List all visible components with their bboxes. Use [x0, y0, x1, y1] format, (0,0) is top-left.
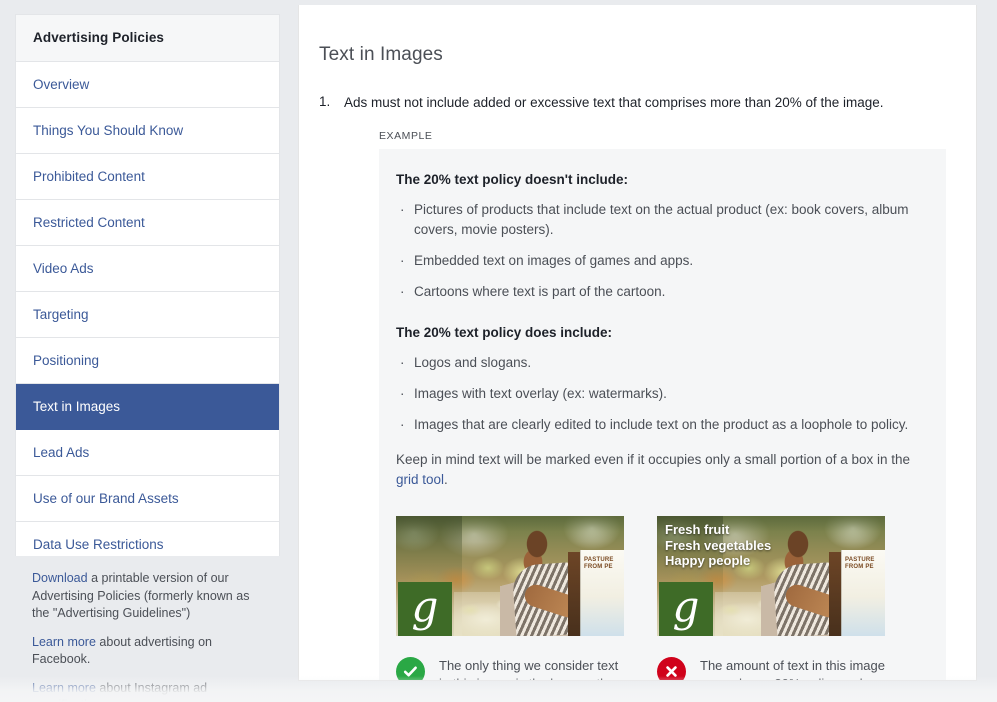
brand-logo-badge: g	[398, 582, 452, 636]
approved-caption-text: The only thing we consider text in this …	[439, 658, 619, 680]
learn-more-instagram-paragraph: Learn more about Instagram ad specificat…	[32, 680, 263, 702]
sidebar: Advertising Policies Overview Things You …	[15, 14, 280, 568]
main-content-panel: Text in Images 1. Ads must not include a…	[298, 5, 977, 681]
photo-sign: PASTURE FROM PE	[841, 550, 885, 636]
policy-number: 1.	[319, 94, 331, 109]
grid-tool-link[interactable]: grid tool	[396, 472, 444, 487]
approved-caption-row: The only thing we consider text in this …	[396, 657, 624, 680]
bullet-dot-icon: ·	[400, 284, 405, 299]
learn-more-facebook-link[interactable]: Learn more	[32, 635, 96, 649]
example-approved: PASTURE FROM PE g The only thing we cons…	[396, 516, 624, 680]
overlay-text-line: Happy people	[665, 553, 751, 568]
sidebar-title: Advertising Policies	[33, 30, 165, 45]
included-heading: The 20% text policy does include:	[396, 325, 613, 340]
sidebar-item-positioning[interactable]: Positioning	[16, 338, 279, 384]
example-images-row: PASTURE FROM PE g The only thing we cons…	[396, 516, 921, 680]
bullet-item: · Images that are clearly edited to inclu…	[396, 415, 921, 435]
market-photo-without-text: PASTURE FROM PE g	[396, 516, 624, 636]
overlay-text-line: Fresh fruit	[665, 522, 730, 537]
keep-note-before-text: Keep in mind text will be marked even if…	[396, 452, 911, 467]
bullet-item: · Cartoons where text is part of the cart…	[396, 282, 921, 302]
approved-check-icon	[396, 657, 425, 680]
not-included-heading: The 20% text policy doesn't include:	[396, 172, 629, 187]
sidebar-item-targeting[interactable]: Targeting	[16, 292, 279, 338]
sidebar-item-lead-ads[interactable]: Lead Ads	[16, 430, 279, 476]
example-rejected: PASTURE FROM PE Fresh fruit Fresh vegetab…	[657, 516, 885, 680]
policy-list-item: 1. Ads must not include added or excessi…	[299, 94, 976, 680]
overlay-text-line: Fresh vegetables	[665, 537, 772, 553]
included-bullet-list: · Logos and slogans. · Images with text ove…	[396, 353, 921, 435]
download-link[interactable]: Download	[32, 571, 88, 585]
bullet-text: Images that are clearly edited to includ…	[414, 417, 909, 432]
bullet-text: Embedded text on images of games and app…	[414, 253, 694, 268]
rejected-caption-row: The amount of text in this image exceeds…	[657, 657, 885, 680]
bullet-dot-icon: ·	[400, 202, 405, 217]
photo-overlay-text: Fresh fruit Fresh vegetables Happy people	[665, 522, 771, 569]
learn-more-facebook-paragraph: Learn more about advertising on Facebook…	[32, 634, 263, 669]
keep-in-mind-note: Keep in mind text will be marked even if…	[396, 450, 921, 490]
bullet-dot-icon: ·	[400, 253, 405, 268]
bullet-text: Logos and slogans.	[414, 355, 532, 370]
bullet-text: Cartoons where text is part of the carto…	[414, 284, 666, 299]
sidebar-item-overview[interactable]: Overview	[16, 62, 279, 108]
rejected-caption-text: The amount of text in this image exceeds…	[700, 658, 885, 680]
photo-post	[568, 552, 580, 636]
market-photo-with-text: PASTURE FROM PE Fresh fruit Fresh vegetab…	[657, 516, 885, 636]
sidebar-item-text-in-images[interactable]: Text in Images	[16, 384, 279, 430]
policy-list: 1. Ads must not include added or excessi…	[299, 94, 976, 680]
sidebar-footer-wrap: Download a printable version of our Adve…	[15, 556, 280, 702]
sidebar-nav: Overview Things You Should Know Prohibited…	[16, 62, 279, 568]
rejected-cross-icon	[657, 657, 686, 680]
page-title: Text in Images	[319, 44, 443, 65]
bullet-dot-icon: ·	[400, 386, 405, 401]
example-label: EXAMPLE	[379, 130, 433, 142]
sidebar-header: Advertising Policies	[16, 15, 279, 62]
bullet-item: · Embedded text on images of games and ap…	[396, 251, 921, 271]
page-root: Advertising Policies Overview Things You …	[0, 0, 997, 702]
example-box: The 20% text policy doesn't include: · Pi…	[379, 149, 946, 680]
sidebar-item-use-of-our-brand-assets[interactable]: Use of our Brand Assets	[16, 476, 279, 522]
bullet-dot-icon: ·	[400, 355, 405, 370]
brand-logo-badge: g	[659, 582, 713, 636]
sidebar-item-restricted-content[interactable]: Restricted Content	[16, 200, 279, 246]
photo-post	[829, 552, 841, 636]
bullet-item: · Logos and slogans.	[396, 353, 921, 373]
bullet-dot-icon: ·	[400, 417, 405, 432]
bullet-item: · Pictures of products that include text …	[396, 200, 921, 240]
sidebar-item-prohibited-content[interactable]: Prohibited Content	[16, 154, 279, 200]
download-paragraph: Download a printable version of our Adve…	[32, 570, 263, 623]
sidebar-footer: Download a printable version of our Adve…	[15, 556, 280, 702]
policy-text: Ads must not include added or excessive …	[344, 95, 884, 110]
bullet-text: Pictures of products that include text o…	[414, 202, 909, 237]
brand-logo-letter: g	[672, 582, 700, 631]
not-included-bullet-list: · Pictures of products that include text …	[396, 200, 921, 302]
sidebar-item-video-ads[interactable]: Video Ads	[16, 246, 279, 292]
sidebar-item-things-you-should-know[interactable]: Things You Should Know	[16, 108, 279, 154]
brand-logo-letter: g	[411, 582, 439, 631]
photo-sign-text: PASTURE FROM PE	[584, 557, 614, 570]
photo-sign-text: PASTURE FROM PE	[845, 557, 875, 570]
bullet-text: Images with text overlay (ex: watermarks…	[414, 386, 667, 401]
photo-sign: PASTURE FROM PE	[580, 550, 624, 636]
bullet-item: · Images with text overlay (ex: watermark…	[396, 384, 921, 404]
keep-note-after-text: .	[444, 472, 448, 487]
learn-more-instagram-link[interactable]: Learn more	[32, 681, 96, 695]
